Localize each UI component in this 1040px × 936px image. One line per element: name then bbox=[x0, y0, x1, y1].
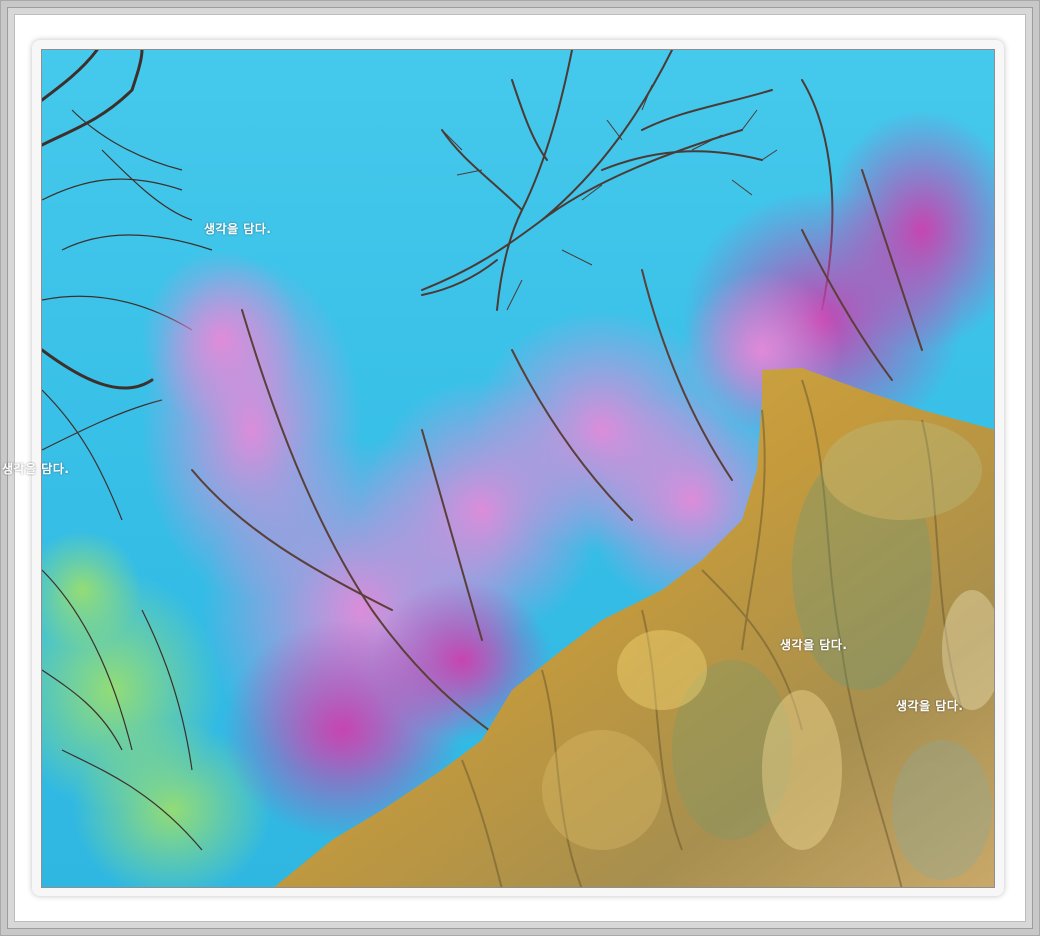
watermark-text: 생각을 담다. bbox=[2, 462, 70, 476]
watermark-text: 생각을 담다. bbox=[204, 222, 272, 236]
photograph bbox=[41, 49, 995, 888]
watermark-text: 생각을 담다. bbox=[780, 638, 848, 652]
watermark-text: 생각을 담다. bbox=[896, 699, 964, 713]
